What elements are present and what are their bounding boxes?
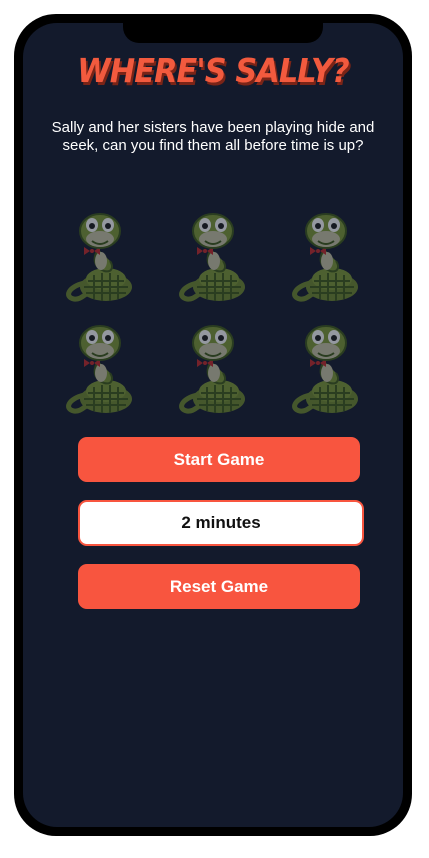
snake-icon — [167, 317, 259, 417]
snake-cell[interactable] — [43, 205, 156, 317]
snake-cell[interactable] — [156, 205, 269, 317]
snake-cell[interactable] — [156, 317, 269, 429]
phone-frame: WHERE'S SALLY? Sally and her sisters hav… — [14, 14, 412, 836]
snake-icon — [280, 317, 372, 417]
duration-select[interactable]: 2 minutes — [78, 500, 364, 546]
snake-cell[interactable] — [269, 317, 382, 429]
snake-icon — [280, 205, 372, 305]
start-game-button[interactable]: Start Game — [78, 437, 360, 482]
game-screen: WHERE'S SALLY? Sally and her sisters hav… — [23, 23, 403, 827]
phone-notch — [123, 23, 323, 43]
snake-cell[interactable] — [43, 317, 156, 429]
snake-grid — [43, 205, 383, 429]
snake-icon — [54, 317, 146, 417]
reset-game-button[interactable]: Reset Game — [78, 564, 360, 609]
game-title: WHERE'S SALLY? — [77, 51, 349, 90]
snake-icon — [54, 205, 146, 305]
snake-icon — [167, 205, 259, 305]
snake-cell[interactable] — [269, 205, 382, 317]
game-intro: Sally and her sisters have been playing … — [51, 119, 375, 154]
